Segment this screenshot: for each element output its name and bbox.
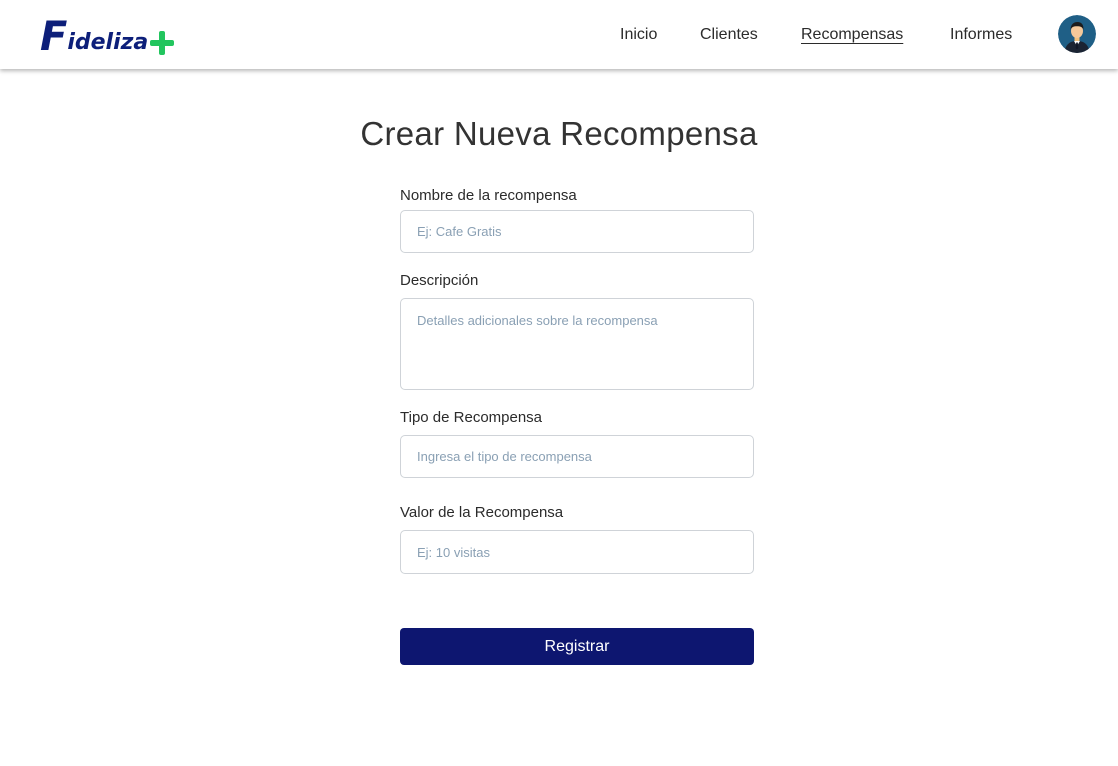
nav-item-informes[interactable]: Informes bbox=[950, 24, 1012, 46]
nav-item-clientes[interactable]: Clientes bbox=[700, 24, 758, 46]
reward-type-input[interactable] bbox=[400, 435, 754, 478]
reward-value-input[interactable] bbox=[400, 530, 754, 574]
nav-item-recompensas[interactable]: Recompensas bbox=[801, 24, 903, 46]
logo-wordmark: ideliza bbox=[67, 30, 149, 55]
top-navbar: F ideliza Inicio Clientes Recompensas In… bbox=[0, 0, 1118, 69]
brand-logo[interactable]: F ideliza bbox=[40, 13, 175, 60]
reward-name-label: Nombre de la recompensa bbox=[400, 187, 577, 204]
reward-value-label: Valor de la Recompensa bbox=[400, 504, 564, 521]
reward-name-input[interactable] bbox=[400, 210, 754, 253]
logo-initial: F bbox=[40, 14, 67, 60]
nav-item-inicio[interactable]: Inicio bbox=[620, 24, 657, 46]
page-title: Crear Nueva Recompensa bbox=[360, 115, 758, 152]
register-button[interactable]: Registrar bbox=[400, 628, 754, 665]
user-avatar-icon[interactable] bbox=[1058, 15, 1096, 53]
description-label: Descripción bbox=[400, 272, 479, 289]
description-textarea[interactable] bbox=[400, 298, 754, 390]
reward-type-label: Tipo de Recompensa bbox=[400, 409, 543, 426]
plus-icon bbox=[150, 31, 175, 55]
